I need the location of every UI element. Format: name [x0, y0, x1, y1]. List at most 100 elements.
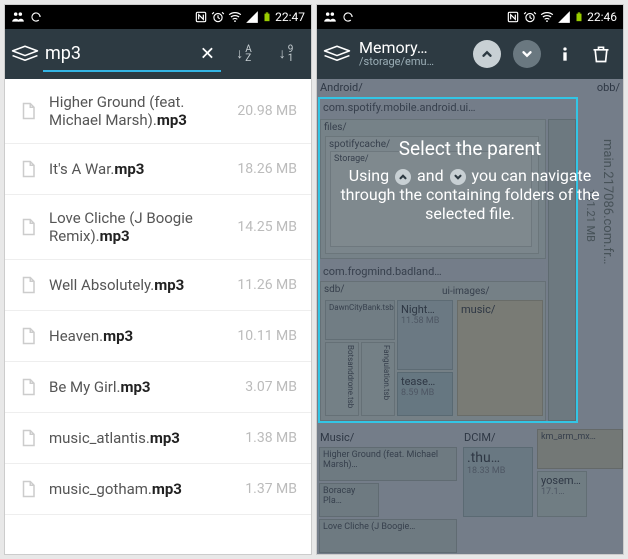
treemap-view[interactable]: Android/ obb/ main.217086.com.fr… 141.21… [317, 79, 623, 555]
treemap-folder-label: Android/ [320, 81, 363, 94]
alarm-icon [211, 10, 225, 24]
wifi-icon [228, 10, 242, 24]
file-row[interactable]: music_atlantis.mp31.38 MB [5, 413, 311, 464]
file-row[interactable]: Be My Girl.mp33.07 MB [5, 362, 311, 413]
file-icon [19, 325, 37, 347]
treemap-folder-label: com.frogmind.badland… [323, 265, 442, 278]
tooltip-text: and [417, 166, 448, 185]
info-button[interactable] [549, 29, 581, 79]
file-name: Higher Ground (feat. Michael Marsh).mp3 [49, 93, 237, 129]
file-name: Love Cliche (J Boogie Remix).mp3 [49, 209, 237, 245]
treemap-file-label: .thu… [467, 450, 529, 466]
treemap-file-label: yosem… [541, 474, 583, 487]
treemap-file-box[interactable]: Botsanddrone.tsb [325, 342, 359, 416]
file-name: Be My Girl.mp3 [49, 378, 245, 396]
contacts-icon [11, 10, 25, 24]
file-name: music_gotham.mp3 [49, 480, 245, 498]
action-bar: Memory… /storage/emu… [317, 29, 623, 79]
file-size: 18.26 MB [237, 161, 297, 177]
file-icon [19, 274, 37, 296]
treemap-file-label: Night… [401, 303, 449, 316]
file-row[interactable]: Well Absolutely.mp311.26 MB [5, 260, 311, 311]
file-size: 10.11 MB [237, 328, 297, 344]
nfc-icon [194, 10, 208, 24]
path-title: Memory… [359, 40, 465, 56]
treemap-folder-label: DCIM/ [464, 431, 496, 444]
parent-down-button[interactable] [513, 40, 541, 68]
file-size: 11.26 MB [237, 277, 297, 293]
onboarding-tooltip: Select the parent Using and you can navi… [340, 137, 600, 223]
treemap-folder-label: ui-images/ [439, 284, 543, 300]
treemap-file-box[interactable]: Fangulation.tsb [361, 342, 395, 416]
status-bar: 22:47 [5, 5, 311, 29]
file-size: 20.98 MB [237, 103, 297, 119]
status-bar: 22:46 [317, 5, 623, 29]
file-icon [19, 427, 37, 449]
sync-icon [29, 10, 43, 24]
file-icon [19, 158, 37, 180]
contacts-icon [323, 10, 337, 24]
treemap-file-box[interactable]: km_arm_mx… [537, 429, 623, 469]
file-row[interactable]: Higher Ground (feat. Michael Marsh).mp32… [5, 79, 311, 144]
sort-size-button[interactable]: ↓91 [267, 35, 305, 73]
phone-right: 22:46 Memory… /storage/emu… Android/ obb… [316, 4, 624, 555]
signal-icon [245, 10, 259, 24]
treemap-folder-label: obb/ [597, 81, 620, 94]
file-size: 3.07 MB [245, 379, 297, 395]
file-icon [19, 100, 37, 122]
file-row[interactable]: Heaven.mp310.11 MB [5, 311, 311, 362]
action-bar: ✕ ↓AZ ↓91 [5, 29, 311, 79]
treemap-file-size: 8.59 MB [401, 388, 449, 398]
treemap-file-size: 11.58 MB [401, 316, 449, 326]
treemap-file-size: 18.33 MB [467, 466, 529, 476]
battery-icon [574, 10, 584, 24]
treemap-file-box[interactable]: DawnCityBank.tsb [325, 300, 395, 340]
nfc-icon [506, 10, 520, 24]
chevron-up-icon [395, 169, 411, 185]
treemap-file-label: tease… [401, 375, 449, 388]
file-size: 1.37 MB [245, 481, 297, 497]
treemap-side-label: main.217086.com.fr… [600, 139, 615, 264]
treemap-folder-label: com.spotify.mobile.android.ui… [323, 101, 476, 114]
clear-search-icon[interactable]: ✕ [196, 40, 219, 69]
file-icon [19, 216, 37, 238]
tooltip-text: Using [349, 166, 393, 185]
search-input[interactable] [43, 37, 221, 72]
sync-icon [341, 10, 355, 24]
file-row[interactable]: Love Cliche (J Boogie Remix).mp314.25 MB [5, 195, 311, 260]
treemap-file-size: 17.1… [541, 487, 583, 497]
app-icon[interactable] [11, 43, 39, 65]
delete-button[interactable] [585, 29, 617, 79]
chevron-down-icon [450, 169, 466, 185]
file-size: 1.38 MB [245, 430, 297, 446]
treemap-folder-label: Music/ [320, 431, 354, 444]
file-size: 14.25 MB [237, 219, 297, 235]
file-name: Well Absolutely.mp3 [49, 276, 237, 294]
tooltip-title: Select the parent [340, 137, 600, 160]
treemap-folder-label: files/ [324, 122, 542, 133]
parent-up-button[interactable] [473, 40, 501, 68]
treemap-file-box[interactable]: Love Cliche (J Boogie… [319, 519, 457, 553]
file-list: Higher Ground (feat. Michael Marsh).mp32… [5, 79, 311, 515]
signal-icon [557, 10, 571, 24]
file-name: Heaven.mp3 [49, 327, 237, 345]
file-name: It's A War.mp3 [49, 160, 237, 178]
alarm-icon [523, 10, 537, 24]
file-icon [19, 376, 37, 398]
sort-alpha-button[interactable]: ↓AZ [225, 35, 263, 73]
path-sub: /storage/emu… [359, 56, 465, 68]
battery-icon [262, 10, 272, 24]
status-time: 22:47 [275, 10, 305, 24]
treemap-file-box[interactable]: Higher Ground (feat. Michael Marsh)… [319, 447, 457, 481]
treemap-file-box[interactable]: Boracay Pla… [319, 483, 379, 517]
treemap-folder-label: music/ [461, 303, 539, 316]
status-time: 22:46 [587, 10, 617, 24]
wifi-icon [540, 10, 554, 24]
breadcrumb[interactable]: Memory… /storage/emu… [355, 40, 465, 68]
file-row[interactable]: music_gotham.mp31.37 MB [5, 464, 311, 515]
phone-left: 22:47 ✕ ↓AZ ↓91 Higher Ground (feat. Mic… [4, 4, 312, 555]
file-name: music_atlantis.mp3 [49, 429, 245, 447]
file-icon [19, 478, 37, 500]
app-icon[interactable] [323, 43, 351, 65]
file-row[interactable]: It's A War.mp318.26 MB [5, 144, 311, 195]
